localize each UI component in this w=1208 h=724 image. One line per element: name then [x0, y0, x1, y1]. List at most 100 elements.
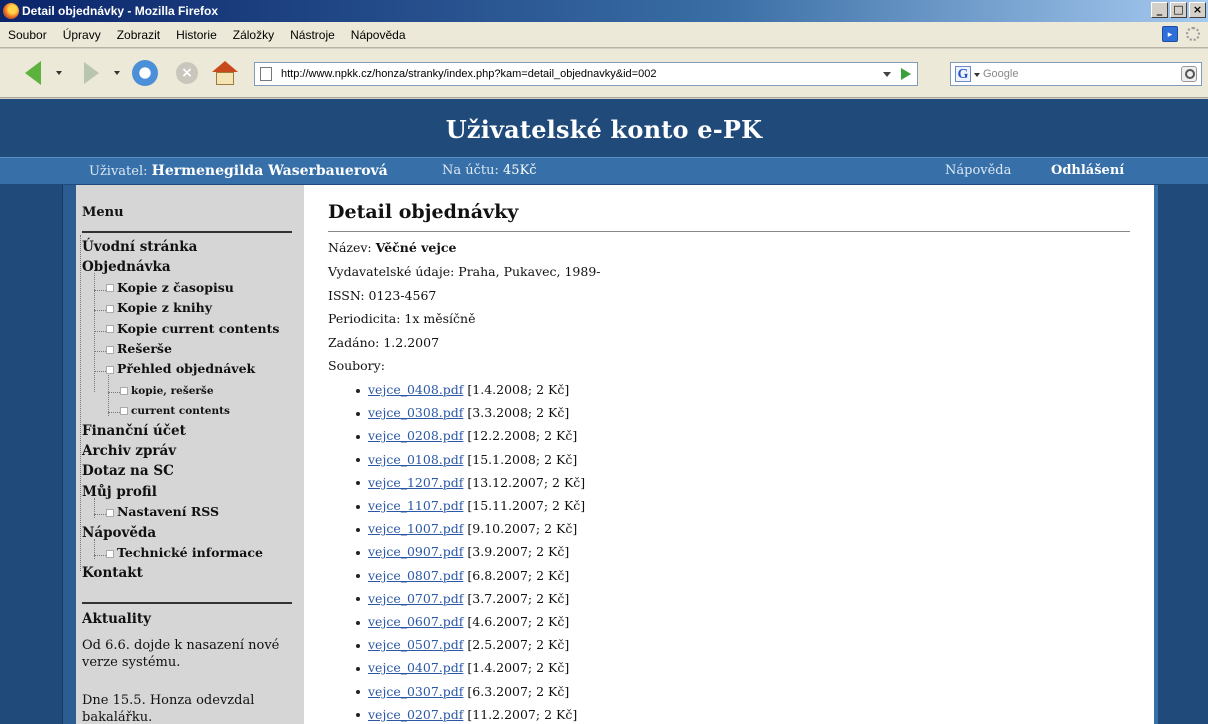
status-icon[interactable]: ▸ — [1162, 26, 1178, 42]
sidebar-item[interactable]: kopie, rešerše — [120, 385, 214, 397]
sidebar-item-label: Archiv zpráv — [82, 443, 177, 459]
file-link[interactable]: vejce_0607.pdf — [368, 614, 463, 629]
site-title: Uživatelské konto e-PK — [445, 115, 763, 144]
user-label: Uživatel: — [89, 164, 148, 179]
tree-node-icon — [106, 365, 114, 374]
tree-connector — [94, 273, 95, 392]
file-link[interactable]: vejce_1007.pdf — [368, 521, 463, 536]
menu-napoveda[interactable]: Nápověda — [343, 28, 414, 42]
tree-connector — [108, 412, 120, 414]
file-info: [9.10.2007; 2 Kč] — [467, 521, 578, 537]
sidebar-item[interactable]: Kopie z knihy — [106, 300, 212, 315]
menu-upravy[interactable]: Úpravy — [55, 28, 109, 42]
back-button[interactable] — [18, 59, 48, 87]
sidebar-item[interactable]: Technické informace — [106, 545, 263, 560]
home-icon — [212, 61, 238, 85]
sidebar-item-label: kopie, rešerše — [131, 384, 214, 397]
file-info: [4.6.2007; 2 Kč] — [467, 614, 570, 629]
close-button[interactable]: × — [1189, 2, 1206, 18]
window-titlebar[interactable]: Detail objednávky - Mozilla Firefox _ □ … — [0, 0, 1208, 22]
bullet-icon — [356, 713, 360, 718]
file-link[interactable]: vejce_0707.pdf — [368, 591, 463, 606]
forward-button[interactable] — [76, 59, 106, 87]
help-link[interactable]: Nápověda — [945, 163, 1011, 178]
menu-nastroje[interactable]: Nástroje — [282, 28, 343, 42]
stop-icon: × — [176, 62, 198, 84]
menu-zobrazit[interactable]: Zobrazit — [109, 28, 168, 42]
menu-soubor[interactable]: Soubor — [4, 28, 55, 42]
web-page: Uživatelské konto e-PK Uživatel: Hermene… — [0, 99, 1208, 724]
tree-connector — [94, 555, 106, 556]
file-item: vejce_0707.pdf [3.7.2007; 2 Kč] — [356, 591, 569, 606]
file-link[interactable]: vejce_0408.pdf — [368, 382, 463, 397]
file-link[interactable]: vejce_0807.pdf — [368, 568, 463, 583]
periodicity-row: Periodicita: 1x měsíčně — [328, 311, 476, 326]
account-info: Na účtu: 45Kč — [442, 163, 537, 178]
file-link[interactable]: vejce_0108.pdf — [368, 452, 463, 467]
sidebar-item[interactable]: Úvodní stránka — [82, 239, 197, 255]
search-icon[interactable] — [1181, 66, 1197, 82]
content-frame: Menu Úvodní stránka Objednávka Kopie z čas… — [62, 185, 1158, 724]
file-link[interactable]: vejce_1107.pdf — [368, 498, 463, 513]
tree-connector — [94, 330, 106, 332]
search-engine-dropdown-icon[interactable] — [974, 73, 980, 77]
sidebar-item[interactable]: Kopie current contents — [106, 321, 279, 336]
publisher-row: Vydavatelské údaje: Praha, Pukavec, 1989… — [328, 264, 601, 279]
sidebar-item[interactable]: current contents — [120, 405, 230, 417]
tree-connector — [94, 497, 95, 519]
sidebar-item[interactable]: Finanční účet — [82, 423, 186, 439]
tree-connector — [94, 310, 106, 312]
sidebar-item-label: Kontakt — [82, 565, 143, 582]
sidebar-item-label: Přehled objednávek — [117, 361, 256, 377]
url-bar[interactable]: http://www.npkk.cz/honza/stranky/index.p… — [254, 62, 918, 86]
menu-historie[interactable]: Historie — [168, 28, 225, 42]
menu-zalozky[interactable]: Záložky — [225, 28, 282, 42]
reload-button[interactable] — [130, 59, 160, 87]
sidebar-item[interactable]: Archiv zpráv — [82, 443, 176, 459]
tree-node-icon — [106, 508, 114, 517]
file-link[interactable]: vejce_0907.pdf — [368, 544, 463, 559]
go-icon[interactable] — [901, 68, 911, 80]
search-box[interactable]: G Google — [950, 62, 1202, 86]
sidebar-item-label: Kopie z časopisu — [117, 279, 234, 295]
stop-button[interactable]: × — [172, 59, 202, 87]
file-info: [11.2.2007; 2 Kč] — [467, 706, 578, 722]
menu-title: Menu — [82, 205, 124, 220]
firefox-icon — [3, 3, 19, 19]
entered-row: Zadáno: 1.2.2007 — [328, 335, 440, 350]
file-link[interactable]: vejce_0407.pdf — [368, 660, 463, 675]
sidebar-item[interactable]: Rešerše — [106, 341, 172, 356]
url-text[interactable]: http://www.npkk.cz/honza/stranky/index.p… — [281, 68, 656, 80]
file-item: vejce_0208.pdf [12.2.2008; 2 Kč] — [356, 428, 577, 443]
bullet-icon — [356, 643, 360, 648]
home-button[interactable] — [210, 59, 240, 87]
minimize-button[interactable]: _ — [1151, 2, 1168, 18]
sidebar-item[interactable]: Přehled objednávek — [106, 361, 255, 376]
file-link[interactable]: vejce_0507.pdf — [368, 637, 463, 652]
search-placeholder[interactable]: Google — [983, 68, 1018, 80]
file-item: vejce_0108.pdf [15.1.2008; 2 Kč] — [356, 452, 577, 467]
sidebar-item[interactable]: Nastavení RSS — [106, 504, 219, 519]
sidebar-item[interactable]: Dotaz na SC — [82, 463, 174, 479]
url-dropdown-icon[interactable] — [883, 72, 891, 77]
tree-node-icon — [120, 407, 128, 416]
file-item: vejce_0408.pdf [1.4.2008; 2 Kč] — [356, 382, 569, 397]
tree-connector — [94, 289, 106, 291]
sidebar-item-label: Kopie z knihy — [117, 300, 213, 316]
file-link[interactable]: vejce_0308.pdf — [368, 405, 463, 420]
file-link[interactable]: vejce_0207.pdf — [368, 707, 463, 722]
file-link[interactable]: vejce_0208.pdf — [368, 428, 463, 443]
maximize-button[interactable]: □ — [1170, 2, 1187, 18]
sidebar-item[interactable]: Objednávka — [82, 259, 171, 275]
tree-connector — [94, 538, 95, 559]
google-engine-icon[interactable]: G — [955, 66, 971, 82]
menu-divider — [82, 231, 292, 233]
file-link[interactable]: vejce_1207.pdf — [368, 475, 463, 490]
logout-link[interactable]: Odhlášení — [1051, 163, 1124, 178]
sidebar-item[interactable]: Kopie z časopisu — [106, 280, 234, 295]
back-history-dropdown-icon[interactable] — [56, 71, 62, 75]
sidebar-item[interactable]: Kontakt — [82, 565, 143, 581]
file-link[interactable]: vejce_0307.pdf — [368, 684, 463, 699]
forward-history-dropdown-icon[interactable] — [114, 71, 120, 75]
file-item: vejce_0507.pdf [2.5.2007; 2 Kč] — [356, 637, 569, 652]
